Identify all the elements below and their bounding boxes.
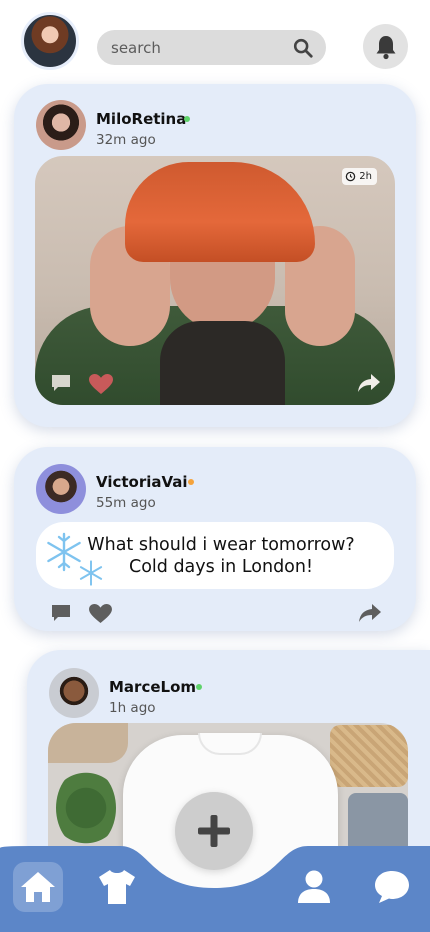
- notifications-button[interactable]: [363, 24, 408, 69]
- post-text: What should i wear tomorrow? Cold days i…: [87, 534, 354, 578]
- post-time: 32m ago: [96, 132, 156, 148]
- my-profile-avatar[interactable]: [21, 12, 79, 70]
- story-timer-label: 2h: [359, 171, 372, 182]
- tshirt-icon[interactable]: [97, 868, 137, 906]
- add-post-button[interactable]: [175, 792, 253, 870]
- search-icon[interactable]: [292, 37, 314, 59]
- heart-icon[interactable]: [88, 373, 114, 395]
- post-actions: [35, 371, 395, 395]
- heart-icon[interactable]: [88, 603, 113, 624]
- user-avatar[interactable]: [36, 464, 86, 514]
- post-card: VictoriaVai 55m ago What should i wear t…: [14, 447, 416, 631]
- photo-burlap: [48, 723, 128, 763]
- nav-home-button[interactable]: [13, 862, 63, 912]
- share-icon[interactable]: [358, 602, 382, 624]
- post-time: 55m ago: [96, 495, 156, 511]
- post-actions: [14, 601, 416, 625]
- away-status-dot: [188, 479, 194, 485]
- chat-icon[interactable]: [372, 868, 412, 906]
- user-avatar[interactable]: [49, 668, 99, 718]
- timer-icon: [346, 171, 356, 182]
- post-username[interactable]: MiloRetina: [96, 110, 186, 128]
- bell-icon: [376, 36, 396, 60]
- story-timer-badge: 2h: [342, 168, 377, 185]
- post-username[interactable]: VictoriaVai: [96, 473, 188, 491]
- add-icon: [198, 815, 230, 847]
- post-time: 1h ago: [109, 700, 156, 716]
- search-bar[interactable]: [97, 30, 326, 65]
- user-avatar[interactable]: [36, 100, 86, 150]
- online-status-dot: [196, 684, 202, 690]
- post-username[interactable]: MarceLom: [109, 678, 196, 696]
- post-text-line: Cold days in London!: [128, 556, 313, 577]
- post-card: MiloRetina 32m ago 2h: [14, 84, 416, 427]
- comment-icon[interactable]: [50, 373, 72, 393]
- app-screen: MiloRetina 32m ago 2h: [0, 0, 430, 932]
- photo-basket: [330, 725, 408, 787]
- post-photo[interactable]: 2h: [35, 156, 395, 405]
- photo-beanie: [125, 162, 315, 262]
- profile-icon[interactable]: [296, 868, 332, 906]
- top-bar: [0, 0, 430, 84]
- post-text-bubble[interactable]: What should i wear tomorrow? Cold days i…: [36, 522, 394, 589]
- online-status-dot: [184, 116, 190, 122]
- search-input[interactable]: [111, 38, 281, 58]
- comment-icon[interactable]: [50, 603, 72, 623]
- share-icon[interactable]: [357, 372, 381, 394]
- home-icon: [21, 872, 55, 902]
- post-text-line: What should i wear tomorrow?: [87, 534, 355, 555]
